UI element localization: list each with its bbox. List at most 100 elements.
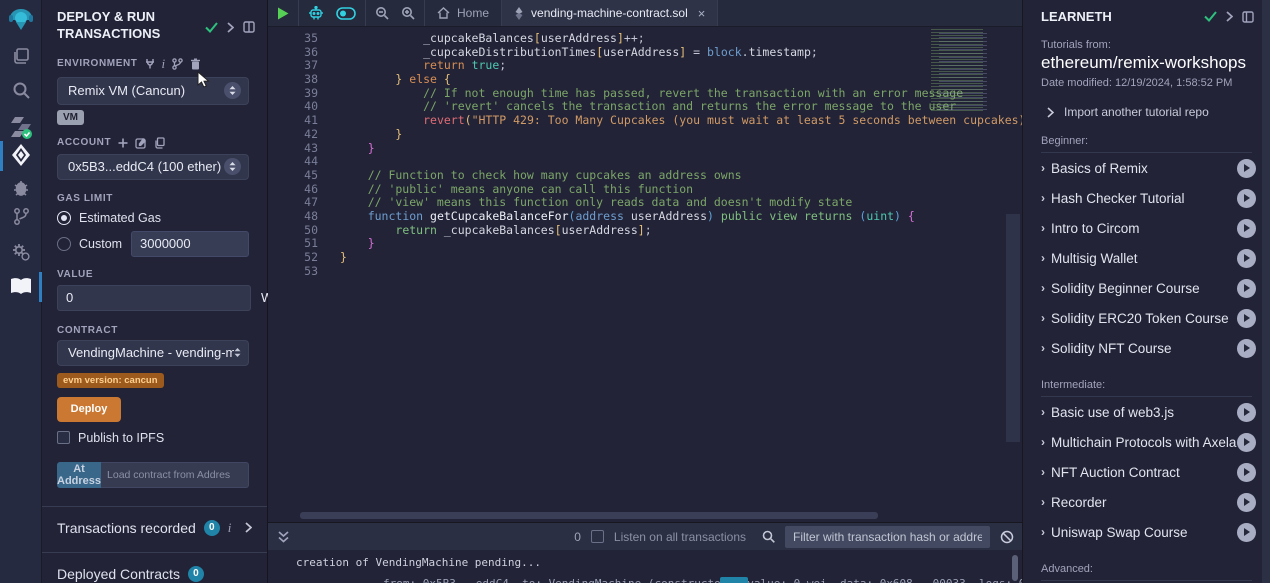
learneth-chevron-right-icon[interactable] [1226, 11, 1233, 22]
at-address-button[interactable]: At Address [57, 462, 101, 488]
code-line[interactable]: 47 // 'view' means this function only re… [268, 196, 1022, 210]
deploy-button[interactable]: Deploy [57, 397, 121, 422]
tutorial-play-button[interactable] [1237, 463, 1256, 482]
tutorial-expand-chevron-icon[interactable]: › [1041, 251, 1045, 265]
tutorial-item[interactable]: ›Solidity NFT Course [1023, 333, 1270, 363]
tutorial-expand-chevron-icon[interactable]: › [1041, 311, 1045, 325]
fork-state-icon[interactable] [172, 58, 183, 70]
learneth-scrollbar[interactable] [1262, 0, 1270, 583]
transactions-expand-icon[interactable] [245, 522, 252, 533]
code-line[interactable]: 42 } [268, 128, 1022, 142]
tutorial-expand-chevron-icon[interactable]: › [1041, 341, 1045, 355]
terminal-collapse-icon[interactable] [278, 531, 289, 543]
tutorial-item[interactable]: ›Solidity ERC20 Token Course [1023, 303, 1270, 333]
run-script-icon[interactable] [277, 7, 289, 20]
code-line[interactable]: 48 function getCupcakeBalanceFor(address… [268, 210, 1022, 224]
tutorial-expand-chevron-icon[interactable]: › [1041, 435, 1045, 449]
line-number[interactable]: 50 [268, 224, 318, 238]
transactions-info-icon[interactable]: i [228, 520, 232, 536]
line-number[interactable]: 35 [268, 32, 318, 46]
tutorial-expand-chevron-icon[interactable]: › [1041, 465, 1045, 479]
tutorial-item[interactable]: ›Recorder [1023, 487, 1270, 517]
copy-account-icon[interactable] [154, 137, 165, 149]
ai-assistant-robot-icon[interactable] [308, 6, 324, 21]
code-line[interactable]: 51 } [268, 237, 1022, 251]
tutorial-play-button[interactable] [1237, 189, 1256, 208]
debugger-icon[interactable] [0, 178, 42, 198]
at-address-input[interactable] [101, 462, 249, 488]
line-number[interactable]: 39 [268, 87, 318, 101]
import-tutorial-repo[interactable]: Import another tutorial repo [1047, 105, 1252, 119]
tutorial-play-button[interactable] [1237, 403, 1256, 422]
tutorial-expand-chevron-icon[interactable]: › [1041, 525, 1045, 539]
git-icon[interactable] [0, 207, 42, 226]
copilot-toggle-icon[interactable] [336, 7, 356, 20]
code-line[interactable]: 44 [268, 155, 1022, 169]
tutorial-item[interactable]: ›Intro to Circom [1023, 213, 1270, 243]
close-tab-icon[interactable]: × [698, 6, 706, 21]
tutorial-play-button[interactable] [1237, 159, 1256, 178]
environment-select[interactable]: Remix VM (Cancun) [57, 77, 249, 105]
editor-horizontal-scrollbar[interactable] [300, 512, 878, 519]
tutorial-play-button[interactable] [1237, 339, 1256, 358]
line-number[interactable]: 52 [268, 251, 318, 265]
deploy-and-run-icon[interactable] [0, 143, 42, 167]
settings-icon[interactable] [0, 241, 42, 263]
terminal-scrollbar-thumb[interactable] [1012, 555, 1018, 581]
estimated-gas-radio[interactable] [57, 211, 71, 225]
tutorial-item[interactable]: ›Multisig Wallet [1023, 243, 1270, 273]
code-line[interactable]: 50 return _cupcakeBalances[userAddress]; [268, 224, 1022, 238]
minimap[interactable] [925, 27, 1000, 113]
terminal-search-icon[interactable] [762, 530, 775, 543]
tutorial-play-button[interactable] [1237, 279, 1256, 298]
search-icon[interactable] [0, 80, 42, 100]
code-line[interactable]: 45 // Function to check how many cupcake… [268, 169, 1022, 183]
environment-select-arrows-icon[interactable] [224, 82, 241, 99]
zoom-out-icon[interactable] [375, 6, 389, 20]
chevron-right-icon[interactable] [227, 22, 234, 33]
value-input[interactable] [57, 285, 251, 311]
contract-select[interactable]: VendingMachine - vending-machin [57, 340, 249, 366]
tutorial-play-button[interactable] [1237, 523, 1256, 542]
tutorial-item[interactable]: ›Basic use of web3.js [1023, 397, 1270, 427]
code-line[interactable]: 43 } [268, 142, 1022, 156]
account-select-arrows-icon[interactable] [224, 158, 241, 175]
code-line[interactable]: 35 _cupcakeBalances[userAddress]++; [268, 32, 1022, 46]
learneth-pin-panel-icon[interactable] [1242, 11, 1254, 23]
remix-logo-icon[interactable] [0, 6, 42, 34]
custom-gas-input[interactable] [131, 231, 249, 257]
code-line[interactable]: 52} [268, 251, 1022, 265]
line-number[interactable]: 38 [268, 73, 318, 87]
line-number[interactable]: 36 [268, 46, 318, 60]
tutorial-play-button[interactable] [1237, 433, 1256, 452]
code-line[interactable]: 53 [268, 265, 1022, 279]
tutorial-item[interactable]: ›Solidity Beginner Course [1023, 273, 1270, 303]
tutorial-item[interactable]: ›Basics of Remix [1023, 153, 1270, 183]
custom-gas-radio[interactable] [57, 237, 71, 251]
tutorial-play-button[interactable] [1237, 309, 1256, 328]
tutorial-play-button[interactable] [1237, 249, 1256, 268]
code-line[interactable]: 36 _cupcakeDistributionTimes[userAddress… [268, 46, 1022, 60]
tutorial-expand-chevron-icon[interactable]: › [1041, 495, 1045, 509]
editor-vertical-scrollbar[interactable] [1006, 54, 1020, 520]
tab-vending-machine-contract[interactable]: vending-machine-contract.sol × [502, 0, 718, 26]
tutorial-expand-chevron-icon[interactable]: › [1041, 191, 1045, 205]
tab-home[interactable]: Home [425, 0, 502, 26]
tutorial-expand-chevron-icon[interactable]: › [1041, 221, 1045, 235]
line-number[interactable]: 40 [268, 100, 318, 114]
line-number[interactable]: 51 [268, 237, 318, 251]
publish-to-ipfs-checkbox[interactable] [57, 431, 70, 444]
line-number[interactable]: 48 [268, 210, 318, 224]
line-number[interactable]: 43 [268, 142, 318, 156]
file-explorer-icon[interactable] [0, 46, 42, 66]
line-number[interactable]: 41 [268, 114, 318, 128]
tutorial-expand-chevron-icon[interactable]: › [1041, 161, 1045, 175]
tutorial-item[interactable]: ›NFT Auction Contract [1023, 457, 1270, 487]
tutorial-expand-chevron-icon[interactable]: › [1041, 405, 1045, 419]
line-number[interactable]: 45 [268, 169, 318, 183]
tutorial-item[interactable]: ›Hash Checker Tutorial [1023, 183, 1270, 213]
code-editor[interactable]: 35 _cupcakeBalances[userAddress]++;36 _c… [268, 27, 1022, 520]
line-number[interactable]: 47 [268, 196, 318, 210]
delete-environment-icon[interactable] [190, 58, 201, 70]
code-line[interactable]: 39 // If not enough time has passed, rev… [268, 87, 1022, 101]
